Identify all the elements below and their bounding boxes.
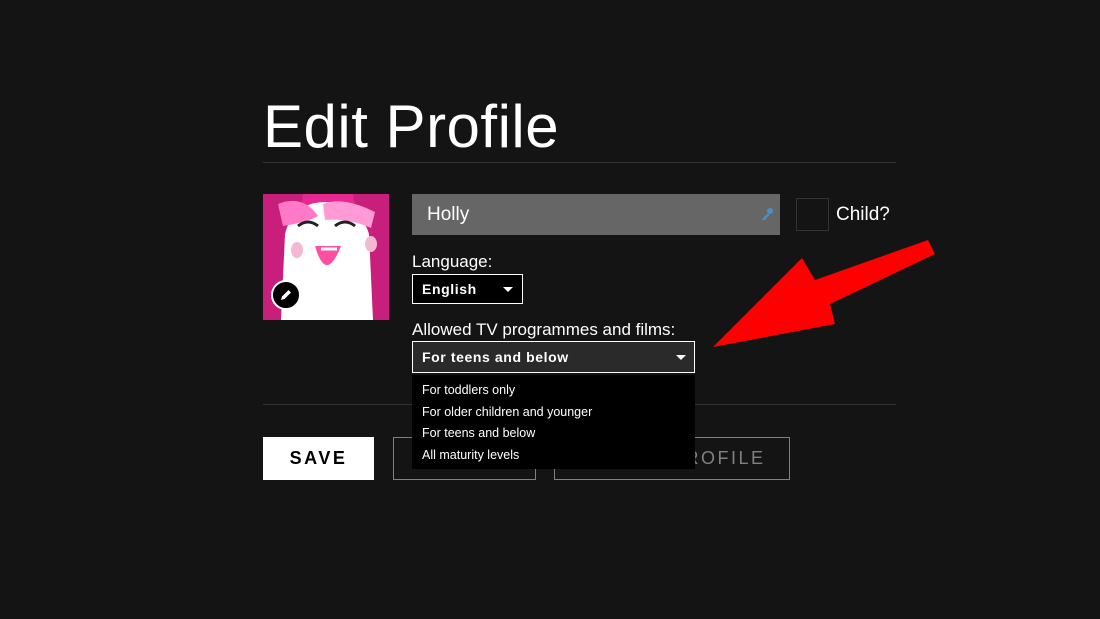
maturity-option-older-children[interactable]: For older children and younger [412, 402, 695, 424]
caret-down-icon [503, 287, 513, 292]
edit-profile-page: Edit Profile Child? Language: [0, 0, 1100, 619]
language-label: Language: [412, 252, 493, 271]
maturity-label: Allowed TV programmes and films: [412, 320, 676, 339]
maturity-option-all[interactable]: All maturity levels [412, 445, 695, 467]
child-label: Child? [836, 204, 890, 225]
language-selected-value: English [422, 281, 477, 297]
annotation-arrow-icon [713, 240, 935, 347]
profile-name-input[interactable] [412, 194, 780, 235]
maturity-option-teens[interactable]: For teens and below [412, 423, 695, 445]
maturity-selected-value: For teens and below [422, 349, 569, 365]
maturity-dropdown-menu: For toddlers only For older children and… [412, 375, 695, 469]
child-checkbox[interactable] [796, 198, 829, 231]
page-title: Edit Profile [263, 93, 560, 160]
top-divider [263, 162, 896, 163]
save-button[interactable]: SAVE [263, 437, 374, 480]
pencil-icon[interactable] [271, 280, 301, 310]
key-icon[interactable] [760, 207, 774, 221]
maturity-select[interactable]: For teens and below [412, 341, 695, 373]
language-select[interactable]: English [412, 274, 523, 304]
maturity-option-toddlers[interactable]: For toddlers only [412, 380, 695, 402]
caret-down-icon [676, 355, 686, 360]
